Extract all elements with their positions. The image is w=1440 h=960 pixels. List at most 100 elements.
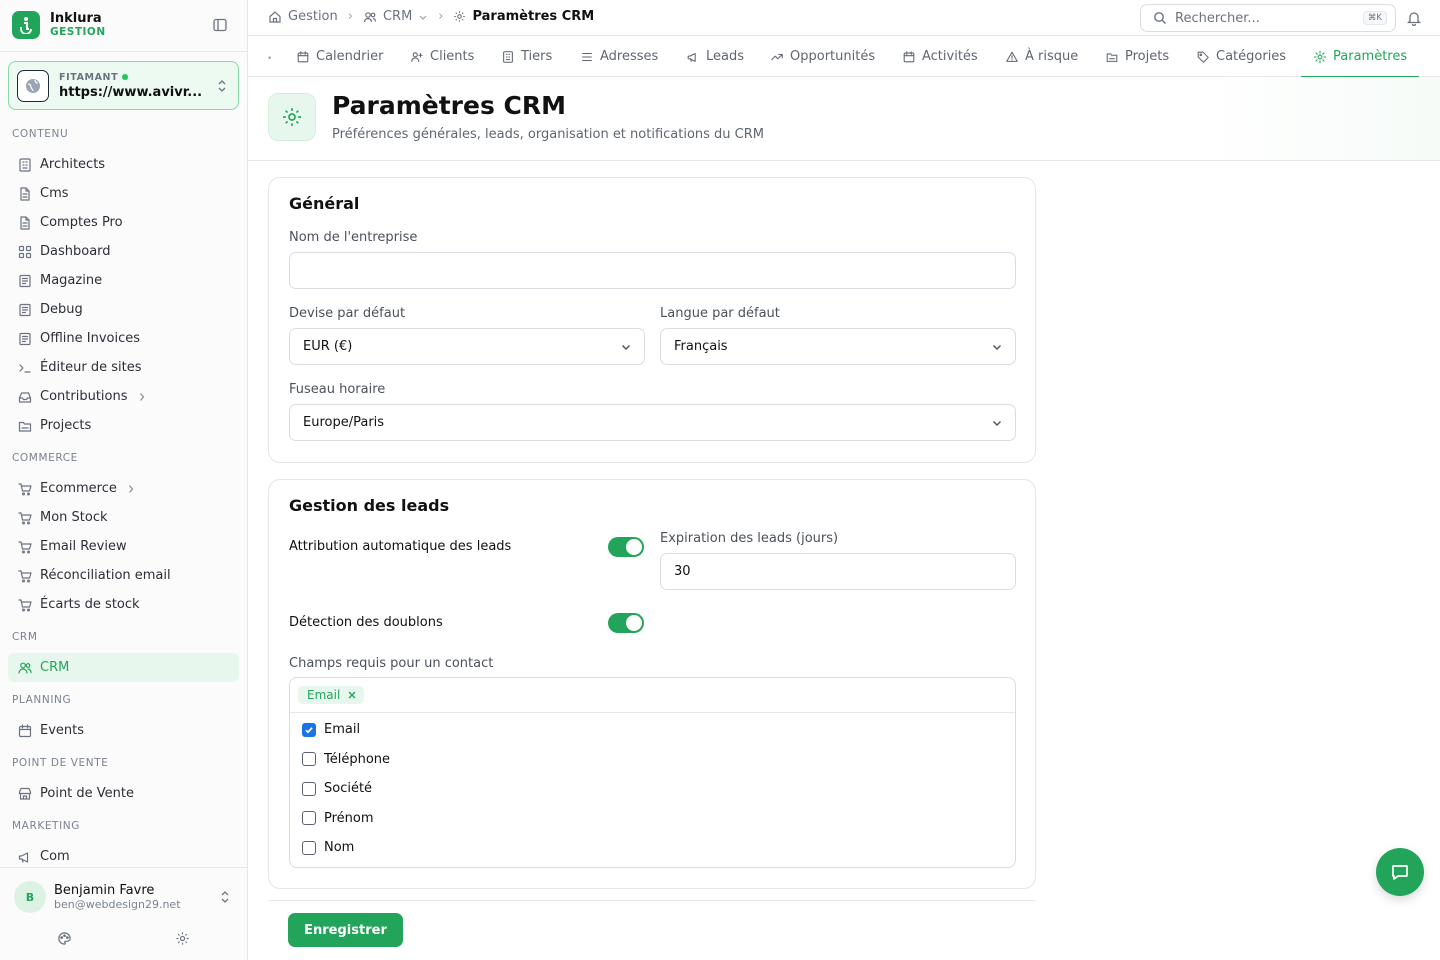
expiry-days-input[interactable]: 30	[660, 553, 1016, 590]
tab--risque[interactable]: À risque	[1005, 36, 1078, 77]
user-menu[interactable]: B Benjamin Favre ben@webdesign29.net	[14, 881, 181, 913]
chevron-updown-icon	[216, 79, 228, 93]
tab-param-tres[interactable]: Paramètres	[1300, 36, 1420, 78]
checkbox[interactable]	[302, 722, 316, 737]
save-button[interactable]: Enregistrer	[288, 913, 403, 947]
option-nom[interactable]: Nom	[302, 840, 354, 855]
building-icon	[17, 157, 33, 173]
currency-label: Devise par défaut	[289, 306, 406, 321]
sidebar-item-cms[interactable]: Cms	[0, 179, 248, 208]
nav-section-title: CRM	[12, 631, 38, 643]
search-input[interactable]: Rechercher... ⌘K	[1140, 4, 1396, 32]
sidebar-item-offline-invoices[interactable]: Offline Invoices	[0, 324, 248, 353]
checkbox[interactable]	[302, 752, 316, 766]
calendar-icon	[17, 723, 33, 739]
language-select[interactable]: Français	[660, 328, 1016, 365]
chevron-down-icon	[991, 341, 1003, 353]
sidebar-item-label: Com	[40, 849, 70, 864]
bell-icon[interactable]	[1406, 10, 1422, 26]
sidebar-toggle-icon[interactable]	[212, 17, 228, 33]
sidebar-item-contributions[interactable]: Contributions	[0, 382, 248, 411]
cart-icon	[17, 510, 33, 526]
sidebar-item-r-conciliation-email[interactable]: Réconciliation email	[0, 561, 248, 590]
sidebar-item-comptes-pro[interactable]: Comptes Pro	[0, 208, 248, 237]
sidebar-item-point-de-vente[interactable]: Point de Vente	[0, 779, 248, 808]
required-fields-label: Champs requis pour un contact	[289, 656, 494, 671]
newspaper-icon	[17, 331, 33, 347]
currency-select[interactable]: EUR (€)	[289, 328, 645, 365]
general-card: Général Nom de l'entreprise Devise par d…	[268, 177, 1036, 463]
checkbox[interactable]	[302, 840, 316, 855]
tab-label: Leads	[706, 49, 745, 64]
site-switcher[interactable]: FITAMANT https://www.avivr...	[8, 61, 239, 110]
tab-projets[interactable]: Projets	[1105, 36, 1169, 77]
sidebar-item-events[interactable]: Events	[0, 716, 248, 745]
duplicates-toggle[interactable]	[608, 613, 644, 633]
sidebar-item--carts-de-stock[interactable]: Écarts de stock	[0, 590, 248, 619]
chat-button[interactable]	[1376, 848, 1424, 896]
address-icon	[580, 50, 594, 64]
warning-icon	[1005, 50, 1019, 64]
option-soci-t-[interactable]: Société	[302, 781, 372, 796]
sidebar-item-debug[interactable]: Debug	[0, 295, 248, 324]
tab-label: Calendrier	[316, 49, 384, 64]
tab-clients[interactable]: Clients	[410, 36, 474, 77]
sidebar-item-dashboard[interactable]: Dashboard	[0, 237, 248, 266]
leads-card: Gestion des leads Attribution automatiqu…	[268, 479, 1036, 889]
sidebar-item-ecommerce[interactable]: Ecommerce	[0, 474, 248, 503]
chevron-right-icon	[127, 484, 135, 494]
chevron-updown-icon[interactable]	[219, 890, 231, 904]
breadcrumb-crm[interactable]: CRM	[383, 9, 412, 24]
sidebar-item-label: Dashboard	[40, 244, 111, 259]
auto-assign-toggle[interactable]	[608, 537, 644, 557]
sidebar-item-label: Réconciliation email	[40, 568, 171, 583]
sidebar-item-label: Email Review	[40, 539, 127, 554]
option-t-l-phone[interactable]: Téléphone	[302, 752, 390, 767]
sidebar-item-architects[interactable]: Architects	[0, 150, 248, 179]
inbox-icon	[17, 389, 33, 405]
selected-chips[interactable]: Email	[290, 678, 1015, 713]
tab-tiers[interactable]: Tiers	[501, 36, 552, 77]
trend-icon	[770, 50, 784, 64]
chevron-right-icon: ›	[438, 9, 444, 24]
cart-icon	[17, 568, 33, 584]
tab-label: À risque	[1025, 49, 1079, 64]
chevron-down-icon[interactable]	[418, 12, 428, 22]
close-icon[interactable]	[348, 691, 356, 699]
breadcrumb: Gestion › CRM › Paramètres CRM	[268, 9, 594, 24]
tab-adresses[interactable]: Adresses	[580, 36, 658, 77]
brand[interactable]: Inklura GESTION	[12, 11, 106, 39]
sidebar-item--diteur-de-sites[interactable]: Éditeur de sites	[0, 353, 248, 382]
sidebar-item-label: Éditeur de sites	[40, 360, 142, 375]
company-name-input[interactable]	[289, 252, 1016, 289]
sidebar-item-magazine[interactable]: Magazine	[0, 266, 248, 295]
sidebar-item-com[interactable]: Com	[0, 842, 248, 866]
sidebar-item-crm[interactable]: CRM	[8, 653, 239, 682]
tab-opportunit-s[interactable]: Opportunités	[770, 36, 875, 77]
timezone-select[interactable]: Europe/Paris	[289, 404, 1016, 441]
search-shortcut: ⌘K	[1362, 11, 1387, 25]
palette-icon[interactable]	[57, 931, 72, 946]
home-icon	[268, 10, 282, 24]
tab-label: Opportunités	[790, 49, 876, 64]
tab-calendrier[interactable]: Calendrier	[296, 36, 383, 77]
sidebar-item-label: Architects	[40, 157, 106, 172]
option-pr-nom[interactable]: Prénom	[302, 811, 374, 826]
gear-icon	[453, 10, 466, 23]
checkbox[interactable]	[302, 781, 316, 796]
checkbox[interactable]	[302, 811, 316, 825]
sidebar-item-label: Projects	[40, 418, 92, 433]
sidebar-item-mon-stock[interactable]: Mon Stock	[0, 503, 248, 532]
tab-activit-s[interactable]: Activités	[902, 36, 978, 77]
breadcrumb-home[interactable]: Gestion	[288, 9, 338, 24]
tab-cat-gories[interactable]: Catégories	[1196, 36, 1286, 77]
chip-email: Email	[298, 686, 365, 704]
gear-icon[interactable]	[175, 931, 190, 946]
sidebar-item-projects[interactable]: Projects	[0, 411, 248, 440]
sidebar-item-email-review[interactable]: Email Review	[0, 532, 248, 561]
tab-leads[interactable]: Leads	[686, 36, 744, 77]
nav-section-title: PLANNING	[12, 694, 72, 706]
page-title: Paramètres CRM	[332, 91, 567, 120]
option-email[interactable]: Email	[302, 722, 360, 737]
language-label: Langue par défaut	[660, 306, 780, 321]
